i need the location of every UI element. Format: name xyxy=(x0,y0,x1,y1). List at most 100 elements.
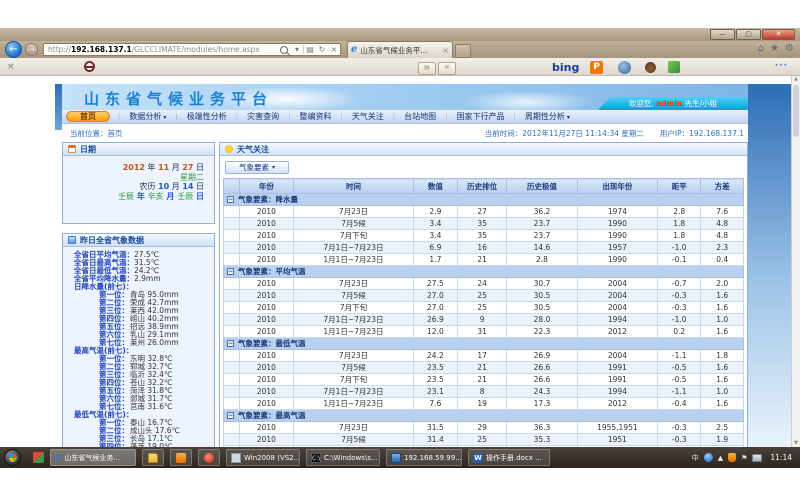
table-group-row[interactable]: −气象要素：最低气温 xyxy=(224,338,744,350)
nav-item-8[interactable]: 国家下行产品 xyxy=(448,111,514,122)
table-cell: -0.1 xyxy=(658,254,701,266)
p-badge-icon[interactable]: P xyxy=(590,61,603,74)
table-cell: 26.6 xyxy=(507,374,577,386)
table-row[interactable]: 20101月1日~7月23日1.7212.81990-0.10.4 xyxy=(224,254,744,266)
table-cell: 2010 xyxy=(239,242,294,254)
table-cell: 2.8 xyxy=(507,254,577,266)
hidden-icons-arrow[interactable]: ▲ xyxy=(718,454,723,462)
table-row[interactable]: 20107月1日~7月23日23.1824.31994-1.11.0 xyxy=(224,386,744,398)
collapse-icon[interactable]: − xyxy=(227,196,234,203)
addon-icon[interactable] xyxy=(84,61,95,72)
table-row[interactable]: 20107月5候31.42535.31951-0.31.9 xyxy=(224,434,744,446)
nav-item-3[interactable]: 极端性分析 xyxy=(178,111,236,122)
table-cell: 2010 xyxy=(239,362,294,374)
disc-icon[interactable] xyxy=(618,61,631,74)
collapse-icon[interactable]: − xyxy=(227,340,234,347)
tools-gear-icon[interactable]: ⚙ xyxy=(785,43,794,54)
collapse-icon[interactable]: − xyxy=(227,268,234,275)
table-cell: 23.1 xyxy=(413,386,457,398)
mail-icon[interactable]: ✉ xyxy=(438,62,456,75)
card-icon[interactable]: ▤ xyxy=(418,62,436,75)
bing-logo[interactable]: bing xyxy=(552,61,579,74)
nav-item-7[interactable]: 台站地图 xyxy=(395,111,445,122)
taskbar-button-red[interactable] xyxy=(198,449,220,466)
table-row[interactable]: 20107月5候3.43523.719901.84.8 xyxy=(224,218,744,230)
chevron-down-icon[interactable]: ▾ xyxy=(291,45,303,54)
vertical-scrollbar[interactable]: ▲ ▼ xyxy=(791,76,800,447)
start-button[interactable] xyxy=(4,449,21,466)
minimize-button[interactable]: — xyxy=(710,29,735,40)
taskbar-button-cmd[interactable]: C:\C:\Windows\s... xyxy=(306,449,380,466)
nav-item-2[interactable]: 数据分析▾ xyxy=(120,111,175,122)
table-group-row[interactable]: −气象要素：平均气温 xyxy=(224,266,744,278)
table-row[interactable]: 20107月下旬27.02530.52004-0.31.6 xyxy=(224,302,744,314)
tray-orange-icon[interactable] xyxy=(728,453,736,462)
home-icon[interactable]: ⌂ xyxy=(758,43,764,54)
table-row[interactable]: 20107月5候27.02530.52004-0.31.6 xyxy=(224,290,744,302)
table-cell: 1月1日~7月23日 xyxy=(294,254,414,266)
taskbar-button-ie[interactable]: e山东省气候业务... xyxy=(50,449,136,466)
nav-item-6[interactable]: 天气关注 xyxy=(343,111,393,122)
table-row[interactable]: 20107月下旬3.43523.719901.84.8 xyxy=(224,230,744,242)
table-group-row[interactable]: −气象要素：降水量 xyxy=(224,194,744,206)
ime-indicator[interactable]: 中 xyxy=(692,453,699,463)
table-row[interactable]: 20107月1日~7月23日6.91614.61957-1.02.3 xyxy=(224,242,744,254)
table-cell: 2010 xyxy=(239,422,294,434)
scrollbar-thumb[interactable] xyxy=(793,85,799,137)
table-group-row[interactable]: −气象要素：最高气温 xyxy=(224,410,744,422)
table-cell: 23.7 xyxy=(507,230,577,242)
network-icon[interactable] xyxy=(752,454,762,462)
toolbar-close-icon[interactable]: × xyxy=(7,62,15,72)
table-row[interactable]: 20107月5候23.52126.61991-0.51.6 xyxy=(224,362,744,374)
nav-item-4[interactable]: 灾害查询 xyxy=(238,111,288,122)
favorites-star-icon[interactable]: ★ xyxy=(770,43,779,54)
search-icon[interactable] xyxy=(280,46,288,54)
close-button[interactable]: ✕ xyxy=(762,29,795,40)
url-text[interactable]: http://192.168.137.1/GLCCLIMATE/modules/… xyxy=(44,45,279,54)
nav-item-1[interactable]: 首页 xyxy=(66,111,110,122)
taskbar-button-vm[interactable]: Win2008 (VS2... xyxy=(226,449,300,466)
table-row[interactable]: 20107月下旬23.52126.61991-0.51.6 xyxy=(224,374,744,386)
table-cell: 1994 xyxy=(577,386,658,398)
taskbar-button-remote[interactable]: 192.168.59.99... xyxy=(386,449,462,466)
nav-item-9[interactable]: 周期性分析▾ xyxy=(516,111,579,122)
table-row[interactable]: 20107月1日~7月23日26.9928.01994-1.01.0 xyxy=(224,314,744,326)
browser-addon-toolbar: × ▤ ✉ bing P ··· xyxy=(0,58,800,76)
stop-icon[interactable]: × xyxy=(328,45,340,54)
address-bar[interactable]: http://192.168.137.1/GLCCLIMATE/modules/… xyxy=(43,43,341,56)
taskbar-button-folder[interactable] xyxy=(142,449,164,466)
paw-icon[interactable] xyxy=(645,62,656,73)
tab-title[interactable]: 山东省气候业务平... xyxy=(360,45,439,56)
browser-tab[interactable]: e 山东省气候业务平... × xyxy=(347,41,453,58)
new-tab-button[interactable] xyxy=(455,44,471,58)
more-menu-icon[interactable]: ··· xyxy=(775,61,788,71)
table-row[interactable]: 20107月23日24.21726.92004-1.11.8 xyxy=(224,350,744,362)
refresh-icon[interactable]: ↻ xyxy=(316,45,328,54)
folder-icon xyxy=(148,453,158,463)
taskbar-button-word[interactable]: W操作手册.docx ... xyxy=(468,449,550,466)
quicklaunch-icon[interactable] xyxy=(33,452,44,463)
clock[interactable]: 11:14 xyxy=(770,453,792,462)
back-button[interactable]: ← xyxy=(5,41,22,58)
collapse-icon[interactable]: − xyxy=(227,412,234,419)
compatibility-view-icon[interactable]: ▤ xyxy=(304,45,316,54)
tab-close-icon[interactable]: × xyxy=(442,46,449,55)
action-center-flag-icon[interactable]: ⚑ xyxy=(741,454,747,462)
green-app-icon[interactable] xyxy=(668,61,680,73)
table-row[interactable]: 20101月1日~7月23日7.61917.32012-0.41.6 xyxy=(224,398,744,410)
table-cell: 27.0 xyxy=(413,302,457,314)
forward-button[interactable]: → xyxy=(25,43,38,56)
window-titlebar: — ▢ ✕ xyxy=(0,28,800,41)
table-row[interactable]: 20107月23日2.92736.219742.87.6 xyxy=(224,206,744,218)
table-row[interactable]: 20107月23日27.52430.72004-0.72.0 xyxy=(224,278,744,290)
table-cell: 2010 xyxy=(239,434,294,446)
table-cell: 24 xyxy=(457,278,506,290)
group-label: 气象要素：最高气温 xyxy=(238,411,306,420)
tray-blue-icon[interactable] xyxy=(704,453,713,462)
nav-item-5[interactable]: 整编资料 xyxy=(290,111,340,122)
maximize-button[interactable]: ▢ xyxy=(736,29,761,40)
table-row[interactable]: 20101月1日~7月23日12.03122.320120.21.6 xyxy=(224,326,744,338)
taskbar-button-orange[interactable] xyxy=(170,449,192,466)
table-row[interactable]: 20107月23日31.52936.31955,1951-0.32.5 xyxy=(224,422,744,434)
element-filter-button[interactable]: 气象要素▾ xyxy=(225,161,289,174)
